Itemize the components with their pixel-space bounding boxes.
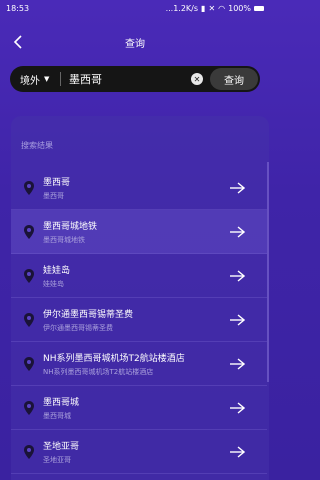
result-texts: 圣地亚哥 圣地亚哥 [43,439,227,465]
status-time: 18:53 [6,4,30,13]
result-texts: 墨西哥 墨西哥 [43,175,227,201]
right-arrow-icon [227,266,247,286]
back-arrow-icon [13,35,22,49]
result-subtitle: NH系列墨西哥城机场T2航站楼酒店 [43,367,154,376]
result-name: 墨西哥城地铁 [43,221,98,232]
right-arrow-icon [227,310,247,330]
back-button[interactable] [8,32,28,52]
scrollbar[interactable] [267,162,269,382]
result-item[interactable]: 墨西哥城 墨西哥城 [11,386,267,430]
location-pin-icon [21,224,37,240]
result-texts: 墨西哥城地铁 墨西哥城地铁 [43,219,227,245]
battery-icon [254,6,264,11]
result-item[interactable]: 圣地亚哥 圣地亚哥 [11,430,267,474]
location-pin-icon [21,400,37,416]
right-arrow-icon [227,398,247,418]
divider [60,72,61,86]
location-pin-icon [21,180,37,196]
region-dropdown[interactable]: 境外 ▼ [10,72,58,87]
result-name: 伊尔通墨西哥锡蒂圣费 [43,309,134,320]
result-subtitle: 伊尔通墨西哥锡蒂圣费 [43,323,113,332]
right-arrow-icon [227,222,247,242]
location-pin-icon [21,312,37,328]
location-pin-icon [21,268,37,284]
location-pin-icon [21,356,37,372]
result-item[interactable]: 墨西哥城地铁 墨西哥城地铁 [11,210,267,254]
results-label: 搜索结果 [21,141,53,150]
signal-icon: ▮ [201,4,206,13]
search-button[interactable]: 查询 [210,68,258,90]
result-subtitle: 圣地亚哥 [43,455,71,464]
clear-button[interactable]: ✕ [191,73,203,85]
location-pin-icon [21,444,37,460]
region-label: 境外 [20,75,40,87]
result-name: 娃娃岛 [43,265,71,276]
result-name: NH系列墨西哥城机场T2航站楼酒店 [43,353,185,364]
result-item[interactable]: NH系列墨西哥城机场T2航站楼酒店 NH系列墨西哥城机场T2航站楼酒店 [11,342,267,386]
result-subtitle: 墨西哥 [43,191,64,200]
network-speed: ...1.2K/s [165,4,199,13]
search-button-label: 查询 [224,75,244,87]
result-subtitle: 娃娃岛 [43,279,64,288]
mute-icon: ✕ [208,4,216,13]
right-arrow-icon [227,442,247,462]
result-name: 圣地亚哥 [43,441,80,452]
search-bar: 境外 ▼ ✕ 查询 [10,66,260,92]
result-texts: 娃娃岛 娃娃岛 [43,263,227,289]
result-subtitle: 墨西哥城 [43,411,71,420]
search-input[interactable] [69,72,187,86]
caret-down-icon: ▼ [44,75,50,83]
clear-icon: ✕ [193,74,201,84]
result-item[interactable]: 伊尔通墨西哥锡蒂圣费 伊尔通墨西哥锡蒂圣费 [11,298,267,342]
result-item[interactable]: 墨西哥 墨西哥 [11,166,267,210]
result-subtitle: 墨西哥城地铁 [43,235,85,244]
battery-level: 100% [228,4,251,13]
result-texts: NH系列墨西哥城机场T2航站楼酒店 NH系列墨西哥城机场T2航站楼酒店 [43,351,227,377]
result-texts: 伊尔通墨西哥锡蒂圣费 伊尔通墨西哥锡蒂圣费 [43,307,227,333]
wifi-icon: ◠ [218,4,226,13]
result-texts: 墨西哥城 墨西哥城 [43,395,227,421]
right-arrow-icon [227,178,247,198]
right-arrow-icon [227,354,247,374]
result-name: 墨西哥城 [43,397,80,408]
results-list: 墨西哥 墨西哥 墨西哥城地铁 墨西哥城地铁 娃娃岛 娃娃岛 伊尔通墨西哥锡蒂圣费 伊尔通墨西哥… [11,166,267,474]
result-name: 墨西哥 [43,177,71,188]
status-bar: 18:53 ...1.2K/s ▮ ✕ ◠ 100% [0,0,270,17]
result-item[interactable]: 娃娃岛 娃娃岛 [11,254,267,298]
status-icons: ...1.2K/s ▮ ✕ ◠ 100% [166,4,264,13]
header: 查询 [0,28,270,56]
page-title: 查询 [125,38,145,50]
